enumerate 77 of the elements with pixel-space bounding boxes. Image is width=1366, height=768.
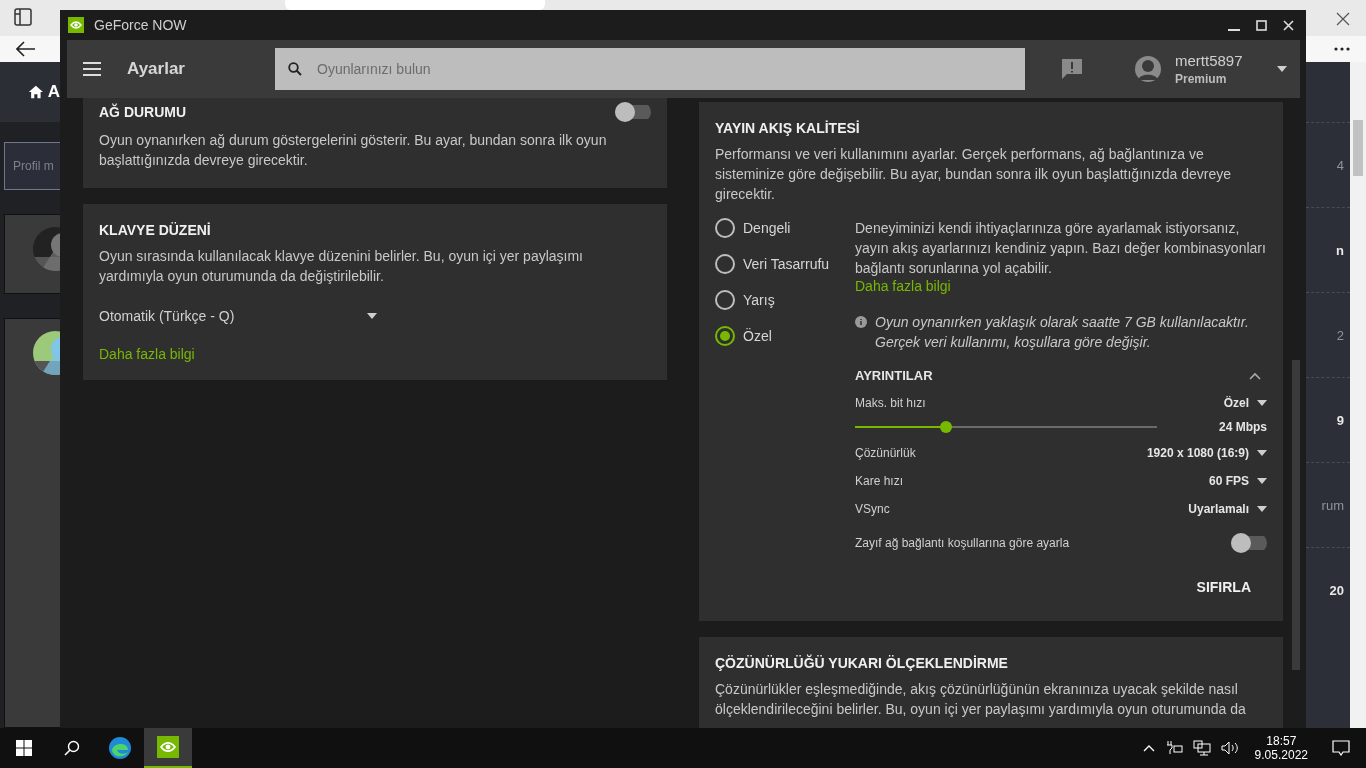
- maximize-icon[interactable]: [1256, 19, 1267, 31]
- scrollbar[interactable]: [1292, 360, 1300, 670]
- header-text: A: [47, 82, 60, 102]
- toggle-switch[interactable]: [615, 102, 651, 122]
- tab-panel-icon[interactable]: [14, 8, 32, 26]
- profile-card[interactable]: [4, 214, 60, 294]
- card-description: Performansı ve veri kullanımını ayarlar. Gerçek performans, ağ bağlantınıza ve sisteminize göre değişebilir. Bu ayar, bundan sonra ilk oyun başlattığınızda devreye girecektir.: [715, 145, 1232, 204]
- volume-icon[interactable]: [1220, 741, 1239, 755]
- clock-date[interactable]: 9.05.2022: [1254, 748, 1308, 762]
- card-title: KLAVYE DÜZENİ: [99, 222, 211, 238]
- app-logo-icon: [157, 736, 179, 758]
- search-icon: [288, 62, 302, 76]
- radio-button[interactable]: [715, 290, 735, 310]
- network-icon[interactable]: [1192, 740, 1211, 756]
- caret-icon: [1257, 478, 1267, 484]
- app-logo-icon: [68, 17, 84, 33]
- setting-dropdown[interactable]: 1920 x 1080 (16:9): [1146, 446, 1267, 460]
- setting-dropdown[interactable]: Özel: [1223, 396, 1267, 410]
- caret-icon: [1277, 66, 1287, 72]
- setting-label: Kare hızı: [855, 474, 904, 488]
- details-header[interactable]: AYRINTILAR: [855, 368, 1267, 383]
- usage-note: Oyun oynanırken yaklaşık olarak saatte 7 GB kullanılacaktır. Gerçek veri kullanımı, koşullara göre değişir.: [875, 313, 1250, 352]
- caret-icon: [1257, 506, 1267, 512]
- setting-dropdown[interactable]: Uyarlamalı: [1188, 502, 1267, 516]
- profile-card[interactable]: [4, 318, 60, 728]
- radio-option[interactable]: Dengeli: [715, 218, 855, 238]
- chevron-icon[interactable]: [1142, 744, 1155, 752]
- radio-button[interactable]: [715, 326, 735, 346]
- back-arrow-icon[interactable]: [16, 40, 36, 57]
- radio-button[interactable]: [715, 254, 735, 274]
- radio-button[interactable]: [715, 218, 735, 238]
- layout-dropdown[interactable]: Otomatik (Türkçe - Q): [99, 308, 377, 324]
- reset-button[interactable]: SIFIRLA: [1180, 571, 1267, 603]
- search-field[interactable]: Oyunlarınızı bulun: [275, 48, 1025, 90]
- menu-icon[interactable]: [83, 62, 101, 76]
- close-icon[interactable]: [1336, 12, 1350, 26]
- windows-icon: [16, 740, 32, 756]
- clock-time[interactable]: 18:57: [1266, 734, 1297, 748]
- user-name: mertt5897: [1175, 52, 1244, 69]
- caret-icon: [1257, 400, 1267, 406]
- page-title: Ayarlar: [127, 59, 186, 79]
- scrollbar[interactable]: [1350, 62, 1366, 728]
- setting-label: Zayıf ağ bağlantı koşullarına göre ayarla: [855, 536, 1070, 550]
- window-title: GeForce NOW: [94, 17, 188, 33]
- learn-more-link[interactable]: Daha fazla bilgi: [99, 346, 195, 362]
- card-title: YAYIN AKIŞ KALİTESİ: [715, 120, 861, 136]
- card-title: ÇÖZÜNÜRLÜĞÜ YUKARI ÖLÇEKLENDİRME: [715, 655, 1009, 671]
- radio-option[interactable]: Yarış: [715, 290, 855, 310]
- card-description: Oyun sırasında kullanılacak klavye düzenini belirler. Bu, oyun içi yer paylaşımı yardımıyla oyun oturumunda da değiştirilebilir.: [99, 247, 584, 286]
- radio-option[interactable]: Veri Tasarrufu: [715, 254, 855, 274]
- card-description: Çözünürlükler eşleşmediğinde, akış çözünürlüğünün ekranınıza uyacak şekilde nasıl ölçeklendirileceğini belirler. Bu, oyun içi yer paylaşımı yardımıyla oyun oturumunda da: [715, 680, 1247, 719]
- toggle-switch[interactable]: [1231, 533, 1267, 553]
- info-icon: [855, 316, 867, 328]
- learn-more-link[interactable]: Daha fazla bilgi: [855, 278, 951, 294]
- browser-icon: [108, 736, 132, 760]
- search-icon: [64, 740, 80, 756]
- setting-label: VSync: [855, 502, 890, 516]
- custom-description: Deneyiminizi kendi ihtiyaçlarınıza göre ayarlamak istiyorsanız, yayın akış ayarlarınızı kendiniz yapın. Bazı değer kombinasyonları bağlantı sorunlarına yol açabilir.: [855, 219, 1267, 278]
- chevron-icon: [1249, 371, 1261, 380]
- card-title: AĞ DURUMU: [99, 104, 187, 120]
- profile-field[interactable]: Profil m: [4, 142, 60, 190]
- setting-label: Çözünürlük: [855, 446, 916, 460]
- radio-option[interactable]: Özel: [715, 326, 855, 346]
- caret-icon: [367, 313, 377, 319]
- avatar-icon[interactable]: [1135, 56, 1161, 82]
- slider-reading: 24 Mbps: [1219, 420, 1267, 434]
- caret-icon: [1257, 450, 1267, 456]
- taskbar-app[interactable]: [144, 728, 192, 768]
- power-icon[interactable]: [1164, 741, 1183, 755]
- notification-icon[interactable]: [1332, 740, 1350, 756]
- setting-dropdown[interactable]: 60 FPS: [1208, 474, 1267, 488]
- feedback-icon[interactable]: [1061, 58, 1083, 80]
- setting-label: Maks. bit hızı: [855, 396, 926, 410]
- card-description: Oyun oynanırken ağ durum göstergelerini gösterir. Bu ayar, bundan sonra ilk oyun başlattığınızda devreye girecektir.: [99, 131, 608, 170]
- more-icon[interactable]: [1334, 46, 1350, 51]
- home-icon[interactable]: [28, 83, 44, 101]
- subscription-label: Premium: [1175, 72, 1228, 86]
